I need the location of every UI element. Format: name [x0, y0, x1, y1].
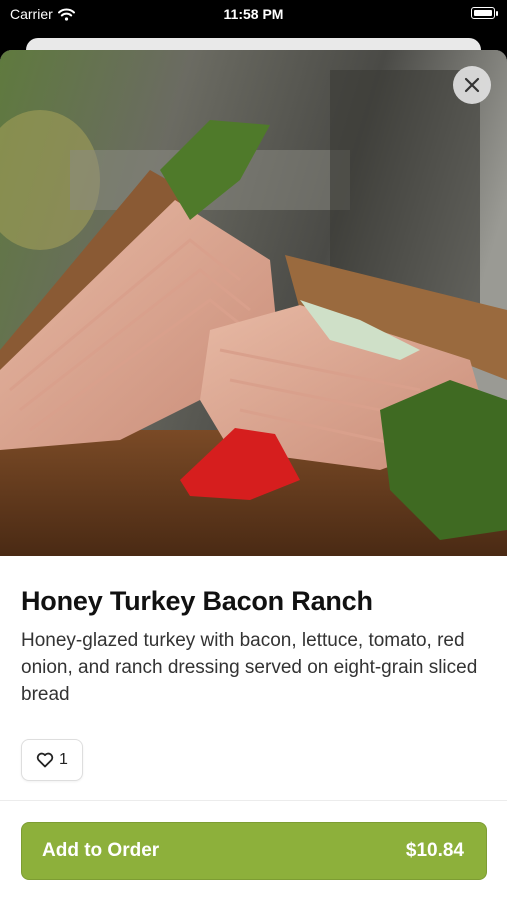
item-info: Honey Turkey Bacon Ranch Honey-glazed tu…	[21, 586, 486, 708]
price-label: $10.84	[405, 840, 464, 861]
status-bar: Carrier 11:58 PM	[0, 0, 507, 30]
heart-icon	[36, 752, 54, 768]
add-to-order-label: Add to Order	[42, 840, 160, 861]
battery-icon	[471, 7, 498, 19]
like-count: 1	[59, 751, 68, 768]
close-icon	[464, 77, 480, 93]
item-title: Honey Turkey Bacon Ranch	[21, 586, 373, 616]
add-to-order-button[interactable]: Add to Order $10.84	[21, 822, 487, 880]
status-time: 11:58 PM	[223, 6, 284, 22]
item-description: Honey-glazed turkey with bacon, lettuce,…	[21, 630, 478, 705]
divider	[0, 800, 507, 801]
like-button[interactable]: 1	[21, 739, 83, 781]
sandwich-photo	[0, 50, 507, 556]
item-detail-sheet: Honey Turkey Bacon Ranch Honey-glazed tu…	[0, 50, 507, 900]
close-button[interactable]	[453, 66, 491, 104]
item-image	[0, 50, 507, 556]
